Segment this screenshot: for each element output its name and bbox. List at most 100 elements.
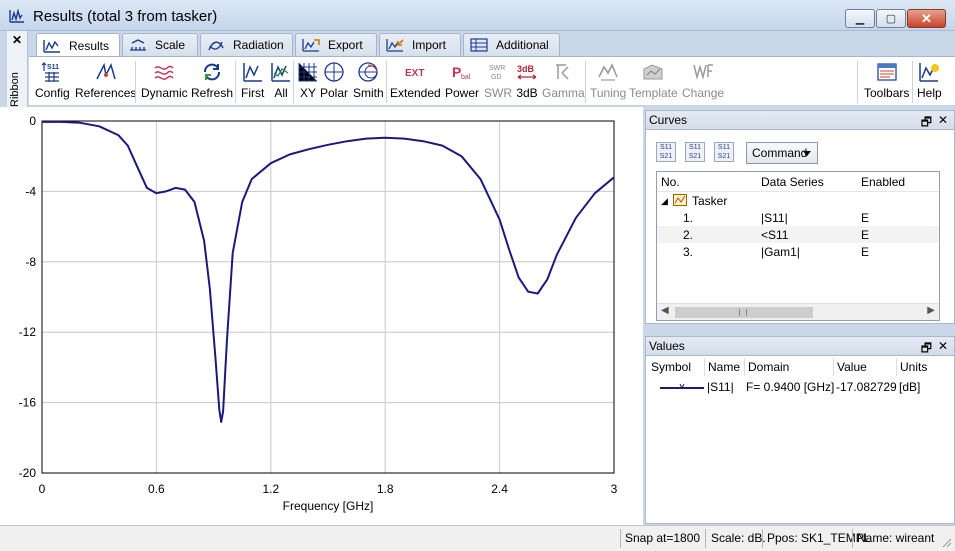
x-tick-label: 1.8 [377, 482, 394, 496]
polar-button[interactable]: Polar [320, 61, 348, 100]
polar-label: Polar [320, 86, 349, 100]
template-button[interactable]: Template [629, 61, 678, 100]
minimize-button[interactable]: ▁ [845, 9, 875, 28]
y-tick-label: 0 [29, 114, 36, 128]
col-no[interactable]: No. [661, 175, 680, 189]
row-enabled[interactable]: E [861, 211, 869, 225]
gamma-label: Gamma [542, 86, 585, 100]
close-icon[interactable]: ✕ [938, 339, 948, 353]
table-row[interactable]: 3. |Gam1| E [657, 243, 939, 260]
template-icon [643, 64, 663, 80]
row-series: |S11| [761, 211, 788, 225]
tab-export[interactable]: Export [295, 33, 377, 56]
first-label: First [241, 86, 265, 100]
export-icon [302, 39, 320, 52]
swr-button[interactable]: SWR GD SWR [484, 61, 512, 100]
refresh-button[interactable]: Refresh [191, 61, 233, 100]
dynamic-button[interactable]: Dynamic [141, 61, 188, 100]
row-no: 1. [683, 211, 694, 225]
col-data-series[interactable]: Data Series [761, 175, 824, 189]
toolbar-separator [135, 61, 136, 103]
s11-a-text: S11 [660, 144, 672, 151]
change-button[interactable]: Change [682, 61, 724, 100]
tuning-label: Tuning [590, 86, 627, 100]
all-button[interactable]: All [270, 61, 292, 100]
table-row[interactable]: 2. <S11 E [657, 226, 939, 243]
column-divider[interactable] [833, 358, 834, 376]
row-enabled[interactable]: E [861, 228, 869, 242]
smith-chart-icon [358, 62, 378, 82]
maximize-button[interactable]: ▢ [876, 9, 906, 28]
tab-scale[interactable]: Scale [122, 33, 198, 56]
col-symbol[interactable]: Symbol [651, 360, 691, 374]
help-button[interactable]: Help [917, 61, 942, 100]
tree-group-row[interactable]: ◢ Tasker [657, 192, 939, 209]
config-button[interactable]: S11 Config [35, 61, 70, 100]
xy-chart[interactable]: 0 0.6 1.2 1.8 2.4 3 0 -4 -8 -12 -16 -20 Frequency [G… [0, 107, 643, 525]
col-value[interactable]: Value [837, 360, 867, 374]
scroll-left-icon[interactable]: ◀ [661, 305, 669, 316]
s21-b-text: S21 [688, 153, 702, 160]
extended-button[interactable]: EXT Extended [390, 61, 441, 100]
s11-s21-a-icon[interactable]: S11 S21 [656, 142, 676, 162]
col-units[interactable]: Units [900, 360, 927, 374]
s21-a-text: S21 [659, 153, 673, 160]
command-dropdown[interactable]: Command [746, 142, 818, 164]
gamma-icon [556, 64, 569, 80]
column-divider[interactable] [744, 358, 745, 376]
scroll-thumb[interactable] [675, 307, 813, 318]
results-icon [43, 39, 60, 53]
gamma-button[interactable]: Gamma [542, 61, 585, 100]
minimize-icon: ▁ [855, 13, 865, 25]
3db-icon-text: 3dB [517, 64, 535, 74]
col-domain[interactable]: Domain [748, 360, 789, 374]
command-label: Command [752, 146, 808, 160]
tab-results[interactable]: Results [36, 33, 120, 57]
col-enabled[interactable]: Enabled [861, 175, 905, 189]
tab-import-label: Import [412, 38, 447, 52]
tab-scale-label: Scale [155, 38, 186, 52]
row-enabled[interactable]: E [861, 245, 869, 259]
table-row[interactable]: |S11| F= 0.9400 [GHz] -17.082729 [dB] [646, 378, 954, 396]
tab-additional[interactable]: Additional [463, 33, 560, 56]
plot-area[interactable]: 0 0.6 1.2 1.8 2.4 3 0 -4 -8 -12 -16 -20 Frequency [G… [0, 107, 643, 525]
xy-label: XY [299, 86, 316, 100]
config-label: Config [35, 86, 70, 100]
additional-icon [470, 38, 488, 52]
xy-button[interactable]: XY [293, 59, 323, 103]
s11-s21-b-icon[interactable]: S11 S21 [685, 142, 705, 162]
toolbars-button[interactable]: Toolbars [864, 61, 909, 100]
3db-label: 3dB [516, 86, 538, 100]
x-tick-label: 2.4 [491, 482, 508, 496]
ribbon-close-icon[interactable]: ✕ [12, 33, 22, 47]
tab-import[interactable]: Import [379, 33, 461, 56]
s11-s21-c-icon[interactable]: S11 S21 [714, 142, 734, 162]
plot-frame [41, 120, 615, 474]
column-divider[interactable] [704, 358, 705, 376]
all-icon [271, 63, 290, 82]
close-window-button[interactable]: ✕ [907, 9, 946, 28]
close-icon[interactable]: ✕ [938, 113, 948, 127]
first-button[interactable]: First [241, 61, 264, 100]
horizontal-scrollbar[interactable]: ◀ ▶ [657, 303, 939, 320]
toolbar-separator [293, 61, 294, 103]
references-button[interactable]: References [75, 61, 136, 100]
refresh-icon [204, 63, 221, 81]
col-name[interactable]: Name [708, 360, 740, 374]
3db-button[interactable]: 3dB 3dB [516, 61, 538, 100]
tab-radiation[interactable]: Radiation [200, 33, 293, 56]
ribbon-label[interactable]: Ribbon [9, 72, 21, 107]
toolbar-separator [585, 61, 586, 103]
tuning-button[interactable]: Tuning [590, 61, 626, 100]
collapse-triangle-icon[interactable]: ◢ [661, 196, 668, 207]
table-row[interactable]: 1. |S11| E [657, 209, 939, 226]
undock-icon[interactable]: 🗗 [921, 113, 932, 134]
xy-grid-icon [298, 63, 317, 82]
value-name: |S11| [707, 380, 734, 394]
resize-grip-icon[interactable] [942, 538, 952, 548]
scroll-right-icon[interactable]: ▶ [927, 305, 935, 316]
column-divider[interactable] [896, 358, 897, 376]
power-button[interactable]: Pbal Power [445, 61, 479, 100]
smith-button[interactable]: Smith [353, 61, 384, 100]
s11-c-text: S11 [718, 144, 730, 151]
